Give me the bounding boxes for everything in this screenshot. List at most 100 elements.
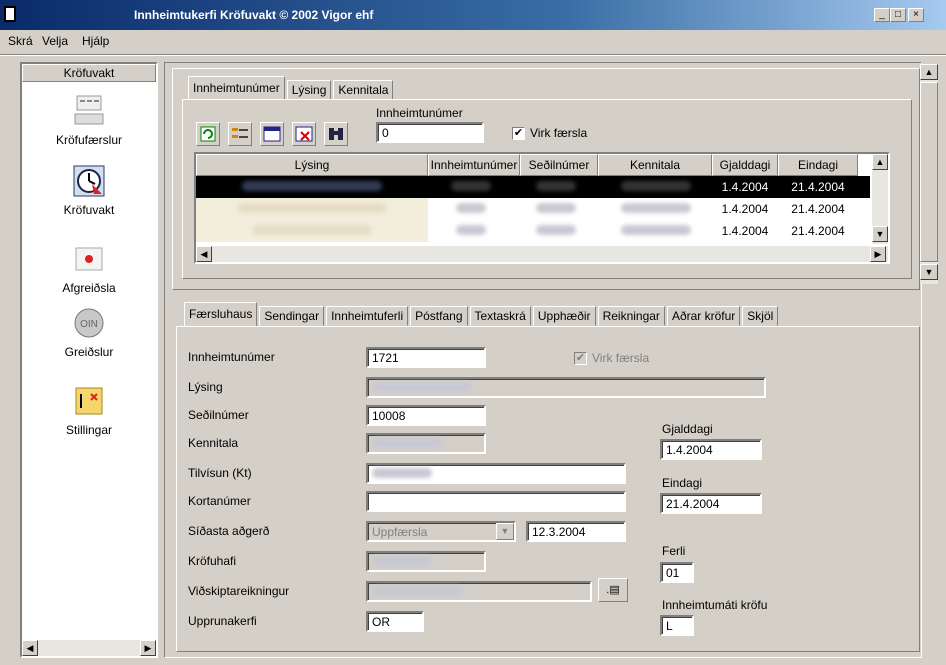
list-button[interactable] [228, 122, 252, 146]
cell-gjalddagi: 1.4.2004 [721, 202, 769, 216]
upper-tabs: Innheimtunúmer Lýsing Kennitala [188, 76, 395, 100]
sidasta-adgerd-select[interactable]: Uppfærsla [366, 521, 516, 542]
tab-sendingar[interactable]: Sendingar [259, 306, 325, 326]
upprunakerfi-field[interactable]: OR [366, 611, 424, 632]
grid-horizontal-scrollbar[interactable]: ◀ ▶ [196, 246, 888, 262]
scroll-right-button[interactable]: ▶ [140, 640, 156, 656]
delete-icon [295, 126, 313, 142]
lysing-field[interactable] [366, 377, 766, 398]
cell-sedilnumer [526, 220, 586, 242]
kortanumer-field[interactable] [366, 491, 626, 512]
sidebar-item-label: Kröfufærslur [55, 133, 123, 147]
scroll-up-button[interactable]: ▲ [920, 64, 938, 80]
window-button[interactable] [260, 122, 284, 146]
eindagi-field[interactable]: 21.4.2004 [660, 493, 762, 514]
scroll-up-button[interactable]: ▲ [872, 154, 888, 170]
innheimtumati-field[interactable]: L [660, 615, 694, 636]
column-header-innheimtunumer[interactable]: Innheimtunúmer [428, 154, 520, 176]
label-gjalddagi: Gjalddagi [662, 422, 713, 436]
cell-sedilnumer [526, 176, 586, 198]
sidebar-item-label: Stillingar [65, 423, 113, 437]
column-header-sedilnumer[interactable]: Seðilnúmer [520, 154, 598, 176]
close-button[interactable]: × [908, 8, 924, 22]
scroll-left-button[interactable]: ◀ [196, 246, 212, 262]
menu-hjalp[interactable]: Hjálp [82, 34, 109, 48]
cell-sedilnumer [526, 198, 586, 220]
app-icon[interactable] [4, 6, 16, 22]
sidebar-item-label: Kröfuvakt [63, 203, 115, 217]
tab-reikningar[interactable]: Reikningar [597, 306, 665, 326]
sedilnumer-field[interactable]: 10008 [366, 405, 486, 426]
document-icon: .▤ [606, 584, 620, 596]
label-eindagi: Eindagi [662, 476, 703, 490]
refresh-button[interactable] [196, 122, 220, 146]
tab-postfang[interactable]: Póstfang [410, 306, 468, 326]
sidebar-scrollbar[interactable]: ◀ ▶ [22, 640, 156, 656]
table-row[interactable]: 1.4.2004 21.4.2004 [196, 176, 870, 198]
search-binoculars-button[interactable] [324, 122, 348, 146]
map-settings-icon [75, 387, 103, 415]
scroll-down-button[interactable]: ▼ [920, 264, 938, 280]
tab-upphaedir[interactable]: Upphæðir [532, 306, 596, 326]
column-header-lysing[interactable]: Lýsing [196, 154, 428, 176]
sidebar-item-krofufaerslur[interactable]: Kröfufærslur [22, 94, 156, 147]
tab-textaskra[interactable]: Textaskrá [469, 306, 531, 326]
sidebar-item-greidslur[interactable]: OIN Greiðslur [22, 306, 156, 359]
innheimtunumer-field[interactable]: 1721 [366, 347, 486, 368]
krofuhafi-field[interactable] [366, 551, 486, 572]
sidebar-header[interactable]: Kröfuvakt [22, 64, 156, 82]
maximize-button[interactable]: □ [890, 8, 906, 22]
vidskiptareikningur-field[interactable] [366, 581, 592, 602]
tab-lysing[interactable]: Lýsing [286, 80, 332, 100]
cell-innheimtunumer [436, 176, 506, 198]
list-icon [232, 128, 248, 138]
menu-velja[interactable]: Velja [42, 34, 68, 48]
binoculars-icon [329, 128, 343, 140]
table-row[interactable]: 1.4.2004 21.4.2004 [196, 198, 870, 220]
tab-faersluhaus[interactable]: Færsluhaus [184, 302, 258, 326]
scroll-down-button[interactable]: ▼ [872, 226, 888, 242]
tab-skjol[interactable]: Skjöl [742, 306, 779, 326]
delete-button[interactable] [292, 122, 316, 146]
results-grid[interactable]: Lýsing Innheimtunúmer Seðilnúmer Kennita… [194, 152, 890, 264]
ferli-field[interactable]: 01 [660, 562, 694, 583]
scroll-right-button[interactable]: ▶ [870, 246, 886, 262]
minimize-button[interactable]: _ [874, 8, 890, 22]
active-only-label: Virk færsla [530, 126, 588, 140]
checkbox-box[interactable]: ✔ [574, 352, 587, 366]
menu-skra[interactable]: Skrá [8, 34, 33, 48]
browse-button[interactable]: .▤ [598, 578, 628, 602]
sidasta-adgerd-date[interactable]: 12.3.2004 [526, 521, 626, 542]
table-row[interactable]: 1.4.2004 21.4.2004 [196, 220, 870, 242]
sidebar: Kröfuvakt Kröfufærslur Kröfuvakt Afgreið… [20, 62, 158, 658]
virk-faersla-checkbox[interactable]: ✔ Virk færsla [574, 351, 649, 366]
tab-innheimtuferli[interactable]: Innheimtuferli [326, 306, 409, 326]
title-bar[interactable]: Innheimtukerfi Kröfuvakt © 2002 Vigor eh… [0, 0, 946, 30]
label-kortanumer: Kortanúmer [188, 494, 251, 508]
cell-innheimtunumer [436, 198, 506, 220]
menu-divider [0, 54, 946, 56]
main-vertical-scrollbar[interactable]: ▲ ▼ [920, 64, 938, 284]
scroll-thumb[interactable] [920, 82, 938, 262]
kennitala-field[interactable] [366, 433, 486, 454]
dropdown-button[interactable]: ▼ [496, 523, 514, 540]
tab-adrar-krofur[interactable]: Aðrar kröfur [666, 306, 741, 326]
svg-text:OIN: OIN [80, 319, 98, 330]
checkbox-box[interactable]: ✔ [512, 127, 525, 141]
active-only-checkbox[interactable]: ✔ Virk færsla [512, 126, 588, 141]
sidebar-item-afgreidsla[interactable]: Afgreiðsla [22, 242, 156, 295]
column-header-eindagi[interactable]: Eindagi [778, 154, 858, 176]
label-innheimtunumer: Innheimtunúmer [188, 350, 275, 364]
tab-kennitala[interactable]: Kennitala [333, 80, 394, 100]
column-header-gjalddagi[interactable]: Gjalddagi [712, 154, 778, 176]
scroll-left-button[interactable]: ◀ [22, 640, 38, 656]
search-input[interactable]: 0 [376, 122, 484, 143]
chevron-down-icon: ▼ [500, 526, 510, 536]
sidebar-item-stillingar[interactable]: Stillingar [22, 384, 156, 437]
grid-vertical-scrollbar[interactable]: ▲ ▼ [872, 154, 888, 244]
column-header-kennitala[interactable]: Kennitala [598, 154, 712, 176]
tilvisun-field[interactable] [366, 463, 626, 484]
sidebar-item-krofuvakt[interactable]: Kröfuvakt [22, 164, 156, 217]
tab-innheimtunumer[interactable]: Innheimtunúmer [188, 76, 285, 100]
gjalddagi-field[interactable]: 1.4.2004 [660, 439, 762, 460]
